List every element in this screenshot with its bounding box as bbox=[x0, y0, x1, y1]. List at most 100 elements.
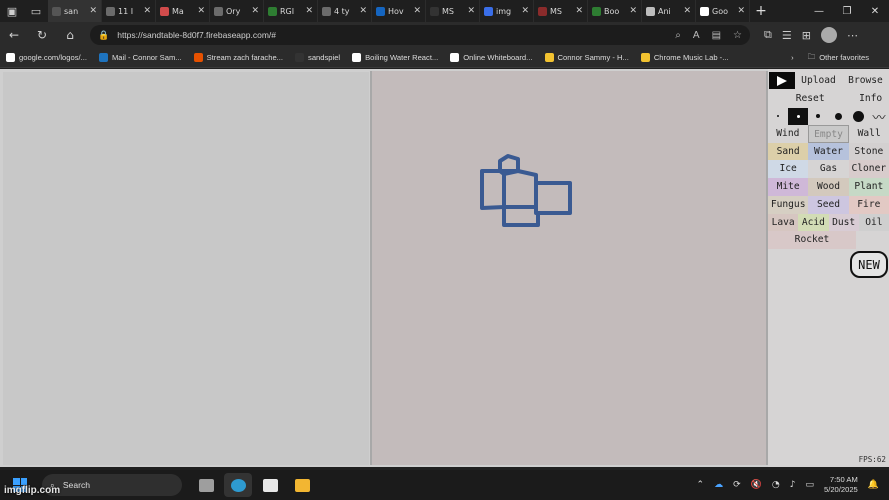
more-menu-icon[interactable]: ⋯ bbox=[847, 29, 858, 42]
close-tab-icon[interactable]: ✕ bbox=[413, 6, 421, 16]
element-button-wall[interactable]: Wall bbox=[849, 125, 889, 143]
brush-size-1[interactable] bbox=[768, 108, 788, 125]
task-view-icon[interactable] bbox=[192, 473, 220, 497]
element-button-seed[interactable]: Seed bbox=[808, 195, 849, 214]
battery-icon[interactable]: ▭ bbox=[805, 480, 814, 490]
element-button-lava[interactable]: Lava bbox=[768, 213, 799, 232]
element-button-ice[interactable]: Ice bbox=[768, 160, 809, 179]
browser-tab[interactable]: Ory ✕ bbox=[210, 0, 264, 22]
profile-avatar[interactable] bbox=[820, 27, 837, 43]
close-tab-icon[interactable]: ✕ bbox=[143, 6, 151, 16]
home-icon[interactable]: ⌂ bbox=[56, 28, 84, 42]
favorite-link[interactable]: Boiling Water React... bbox=[352, 53, 438, 62]
brush-size-3[interactable] bbox=[808, 108, 828, 125]
close-tab-icon[interactable]: ✕ bbox=[683, 6, 691, 16]
favorite-link[interactable]: Connor Sammy - H... bbox=[544, 53, 629, 62]
volume-icon[interactable]: ♪ bbox=[790, 480, 796, 490]
browser-tab[interactable]: Boo ✕ bbox=[588, 0, 642, 22]
browser-tab[interactable]: 11 I ✕ bbox=[102, 0, 156, 22]
element-button-gas[interactable]: Gas bbox=[808, 160, 849, 179]
favorite-link[interactable]: Mail - Connor Sam... bbox=[98, 53, 182, 62]
browser-tab[interactable]: Hov ✕ bbox=[372, 0, 426, 22]
element-button-mite[interactable]: Mite bbox=[768, 178, 809, 196]
tab-actions-icon[interactable]: ▭ bbox=[24, 0, 48, 22]
minimize-icon[interactable]: — bbox=[805, 6, 833, 17]
favorite-link[interactable]: Online Whiteboard... bbox=[450, 53, 533, 62]
close-tab-icon[interactable]: ✕ bbox=[575, 6, 583, 16]
workspaces-icon[interactable]: ▣ bbox=[0, 0, 24, 22]
wave-brush[interactable]: 〰 bbox=[869, 108, 889, 126]
info-button[interactable]: Info bbox=[852, 90, 889, 108]
browser-tab[interactable]: 4 ty ✕ bbox=[318, 0, 372, 22]
reset-button[interactable]: Reset bbox=[768, 90, 852, 108]
notepad-app-icon[interactable] bbox=[256, 473, 284, 497]
element-button-stone[interactable]: Stone bbox=[848, 142, 889, 161]
element-button-empty[interactable]: Empty bbox=[807, 125, 850, 143]
brush-size-2[interactable] bbox=[788, 107, 809, 125]
element-button-water[interactable]: Water bbox=[808, 142, 849, 161]
close-tab-icon[interactable]: ✕ bbox=[521, 6, 529, 16]
browser-tab[interactable]: img ✕ bbox=[480, 0, 534, 22]
favorites-icon[interactable]: ☰ bbox=[782, 29, 792, 42]
new-badge[interactable]: NEW bbox=[850, 251, 888, 278]
close-tab-icon[interactable]: ✕ bbox=[89, 6, 97, 16]
mute-icon[interactable]: 🔇 bbox=[751, 480, 762, 490]
restore-icon[interactable]: ❐ bbox=[833, 6, 861, 17]
element-button-sand[interactable]: Sand bbox=[768, 142, 809, 161]
browser-tab[interactable]: Ma ✕ bbox=[156, 0, 210, 22]
taskbar-search[interactable]: ⌕ Search bbox=[42, 474, 182, 496]
element-button-wind[interactable]: Wind bbox=[768, 125, 808, 143]
browser-tab[interactable]: RGI ✕ bbox=[264, 0, 318, 22]
favorite-link[interactable]: Stream zach farache... bbox=[193, 53, 283, 62]
element-button-rocket[interactable]: Rocket bbox=[768, 231, 856, 249]
url-field[interactable]: 🔒 https://sandtable-8d0f7.firebaseapp.co… bbox=[90, 25, 750, 45]
browser-tab[interactable]: MS ✕ bbox=[534, 0, 588, 22]
read-aloud-icon[interactable]: A bbox=[693, 30, 700, 41]
upload-button[interactable]: Upload bbox=[795, 72, 842, 90]
notification-icon[interactable]: 🔔 bbox=[868, 480, 879, 490]
close-tab-icon[interactable]: ✕ bbox=[197, 6, 205, 16]
element-button-fire[interactable]: Fire bbox=[848, 195, 889, 214]
browser-tab[interactable]: MS ✕ bbox=[426, 0, 480, 22]
close-tab-icon[interactable]: ✕ bbox=[467, 6, 475, 16]
tray-overflow-icon[interactable]: ⌃ bbox=[697, 480, 705, 490]
favorites-overflow-icon[interactable]: › bbox=[791, 53, 794, 62]
sync-icon[interactable]: ⟳ bbox=[733, 480, 741, 490]
element-button-oil[interactable]: Oil bbox=[858, 213, 889, 232]
favorite-star-icon[interactable]: ☆ bbox=[733, 30, 742, 41]
favorite-link[interactable]: google.com/logos/... bbox=[6, 53, 87, 62]
browser-tab[interactable]: Goo ✕ bbox=[696, 0, 750, 22]
close-tab-icon[interactable]: ✕ bbox=[737, 6, 745, 16]
favorite-link[interactable]: Chrome Music Lab -... bbox=[640, 53, 729, 62]
wifi-icon[interactable]: ◔ bbox=[772, 480, 780, 490]
app-install-icon[interactable]: ▤ bbox=[712, 30, 721, 41]
close-tab-icon[interactable]: ✕ bbox=[251, 6, 259, 16]
browser-tab[interactable]: san ✕ bbox=[48, 0, 102, 22]
new-tab-button[interactable]: + bbox=[750, 3, 772, 19]
refresh-icon[interactable]: ↻ bbox=[28, 28, 56, 42]
element-button-wood[interactable]: Wood bbox=[808, 178, 849, 196]
element-button-dust[interactable]: Dust bbox=[828, 213, 859, 232]
element-button-cloner[interactable]: Cloner bbox=[848, 160, 889, 179]
clock[interactable]: 7:50 AM 5/20/2025 bbox=[824, 475, 858, 495]
element-button-acid[interactable]: Acid bbox=[798, 213, 829, 232]
file-explorer-icon[interactable] bbox=[288, 473, 316, 497]
sand-canvas[interactable] bbox=[370, 71, 768, 465]
other-favorites[interactable]: 🗀 Other favorites bbox=[808, 51, 869, 64]
browser-tab[interactable]: Ani ✕ bbox=[642, 0, 696, 22]
element-button-fungus[interactable]: Fungus bbox=[768, 195, 809, 214]
brush-size-5[interactable] bbox=[849, 108, 869, 125]
close-tab-icon[interactable]: ✕ bbox=[359, 6, 367, 16]
onedrive-icon[interactable]: ☁ bbox=[714, 480, 723, 490]
collections-icon[interactable]: ⊞ bbox=[802, 29, 811, 42]
browse-button[interactable]: Browse bbox=[842, 72, 889, 90]
close-window-icon[interactable]: ✕ bbox=[861, 6, 889, 17]
favorite-link[interactable]: sandspiel bbox=[295, 53, 340, 62]
element-button-plant[interactable]: Plant bbox=[848, 178, 889, 196]
close-tab-icon[interactable]: ✕ bbox=[305, 6, 313, 16]
edge-app-icon[interactable] bbox=[224, 473, 252, 497]
extensions-icon[interactable]: ⧉ bbox=[764, 28, 772, 42]
back-icon[interactable]: ← bbox=[0, 28, 28, 42]
brush-size-4[interactable] bbox=[829, 108, 849, 125]
close-tab-icon[interactable]: ✕ bbox=[629, 6, 637, 16]
